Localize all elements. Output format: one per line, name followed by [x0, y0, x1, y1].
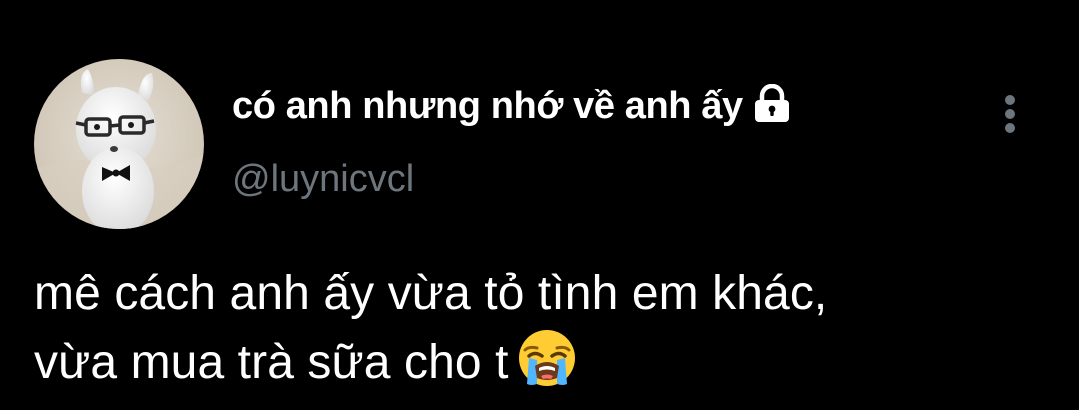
lock-icon	[751, 83, 793, 124]
more-options-button[interactable]	[990, 86, 1030, 142]
user-handle[interactable]: @luynicvcl	[232, 157, 414, 201]
loudly-crying-face-icon	[515, 326, 579, 390]
tweet-text-line-2: vừa mua trà sữa cho t	[34, 326, 1044, 395]
avatar[interactable]	[34, 59, 204, 229]
tweet-card: có anh nhưng nhớ về anh ấy @luynicvcl mê…	[0, 0, 1079, 410]
alpaca-plush-avatar-icon	[34, 59, 204, 229]
display-name[interactable]: có anh nhưng nhớ về anh ấy	[232, 84, 743, 128]
author-name-row: có anh nhưng nhớ về anh ấy	[232, 83, 793, 128]
tweet-text: mê cách anh ấy vừa tỏ tình em khác, vừa …	[34, 262, 1044, 395]
tweet-text-line-2-text: vừa mua trà sữa cho t	[34, 336, 509, 389]
tweet-text-line-1: mê cách anh ấy vừa tỏ tình em khác,	[34, 267, 828, 320]
more-vertical-icon	[1005, 95, 1015, 133]
